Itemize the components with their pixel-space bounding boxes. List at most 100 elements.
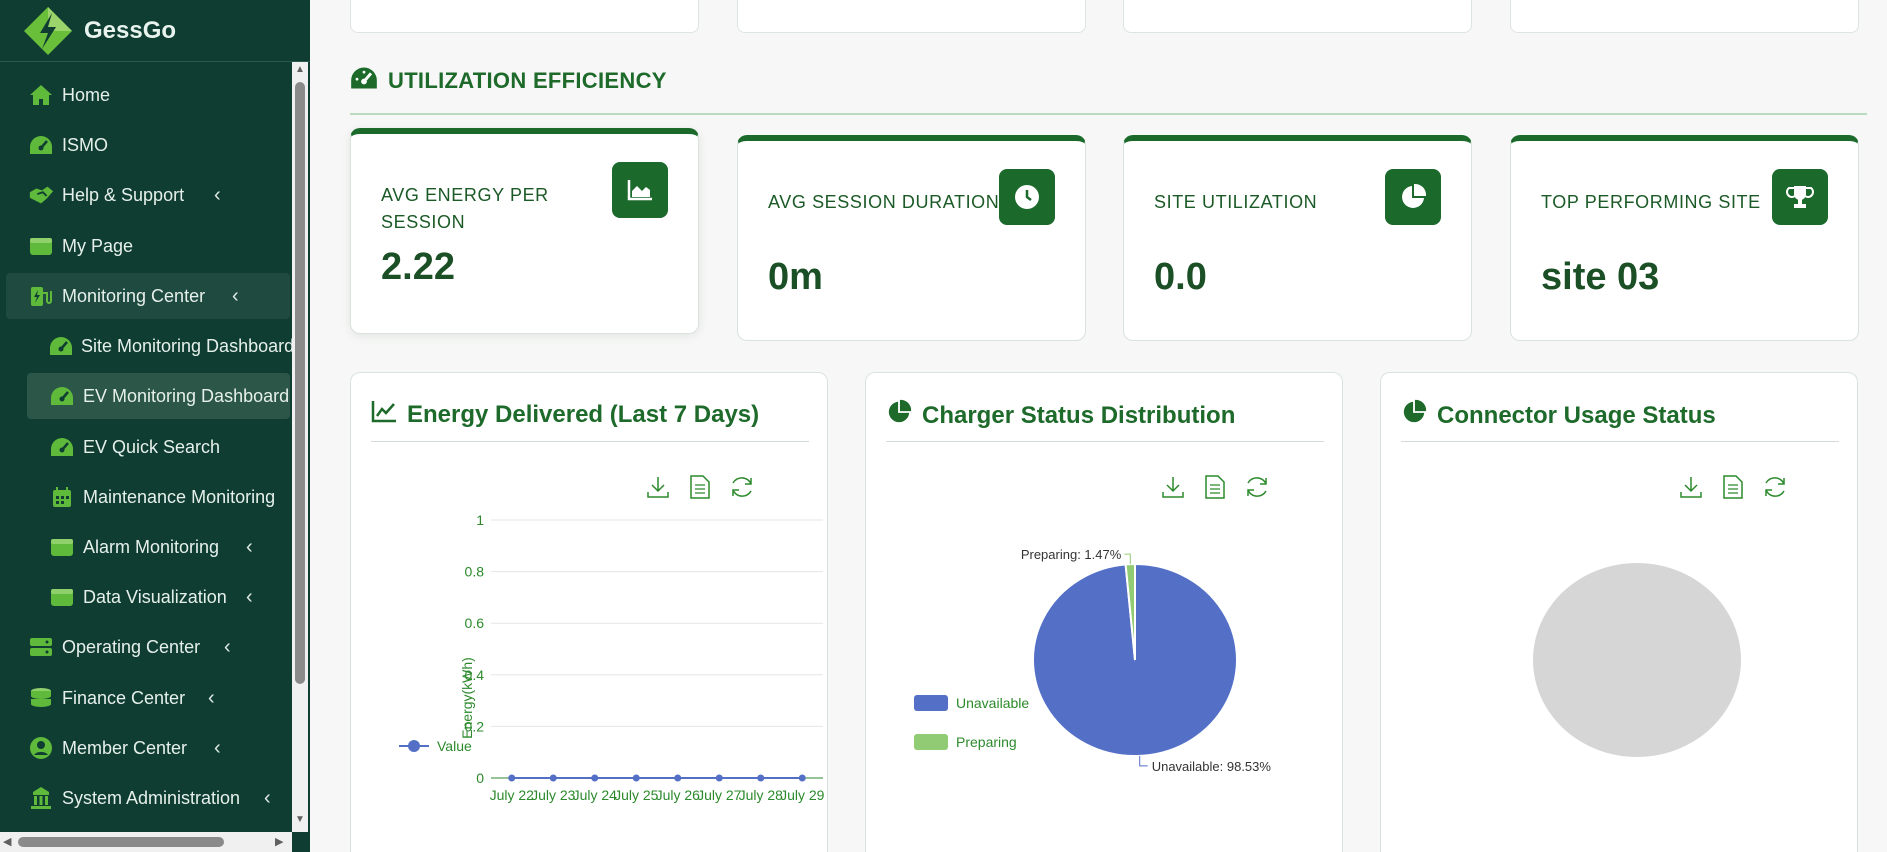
legend-swatch <box>914 734 948 750</box>
sidebar-item-label: ISMO <box>62 134 109 155</box>
panel-charger-status: Charger Status Distribution Unavailable:… <box>865 372 1343 852</box>
handshake-icon <box>28 182 54 208</box>
sidebar-item-label: Monitoring Center <box>62 285 206 306</box>
sidebar-item-label: Help & Support <box>62 184 185 205</box>
sidebar-vertical-scrollbar[interactable]: ▲ ▼ <box>292 62 308 832</box>
kpi-label: AVG SESSION DURATION <box>768 192 1000 212</box>
kpi-card-partial <box>350 0 699 33</box>
scrollbar-thumb[interactable] <box>295 82 305 684</box>
kpi-value: 2.22 <box>381 246 455 288</box>
pie-data-label: Preparing: 1.47% <box>1021 547 1122 562</box>
calendar-icon <box>49 484 75 510</box>
sidebar-item-label: System Administration <box>62 787 241 808</box>
chevron-left-icon[interactable]: ‹ <box>214 184 221 207</box>
trophy-icon <box>1772 169 1828 225</box>
sidebar-item-label: Operating Center <box>62 636 201 657</box>
legend-swatch <box>408 740 420 752</box>
sidebar-item-member-center[interactable]: Member Center ‹ <box>6 725 290 771</box>
coins-icon <box>28 685 54 711</box>
wallet-icon <box>49 534 75 560</box>
section-title-text: UTILIZATION EFFICIENCY <box>388 68 667 93</box>
ev-charger-icon <box>28 283 54 309</box>
sidebar-item-ismo[interactable]: ISMO <box>6 122 290 168</box>
chart-legend[interactable]: Value <box>399 738 472 754</box>
sidebar-item-alarm-monitoring[interactable]: Alarm Monitoring ‹ <box>6 524 290 570</box>
label-leader-line <box>1124 553 1131 565</box>
sidebar-item-operating-center[interactable]: Operating Center ‹ <box>6 624 290 670</box>
scroll-up-icon[interactable]: ▲ <box>295 64 305 75</box>
scroll-down-icon[interactable]: ▼ <box>295 814 305 825</box>
sidebar-item-label: Home <box>62 84 111 105</box>
panel-connector-usage: Connector Usage Status <box>1380 372 1858 852</box>
sidebar-item-system-administration[interactable]: System Administration ‹ <box>6 775 290 821</box>
sidebar-item-my-page[interactable]: My Page <box>6 223 290 269</box>
area-chart-icon <box>612 162 668 218</box>
server-icon <box>28 634 54 660</box>
sidebar-item-label: Maintenance Monitoring <box>83 486 276 507</box>
sidebar-item-ev-monitoring-dashboard[interactable]: EV Monitoring Dashboard <box>27 373 290 419</box>
kpi-card-site-utilization: SITE UTILIZATION 0.0 <box>1123 135 1472 341</box>
kpi-label: TOP PERFORMING SITE <box>1541 192 1761 212</box>
x-tick-label: July 26 <box>656 787 701 803</box>
chevron-left-icon[interactable]: ‹ <box>208 687 215 710</box>
scroll-right-icon[interactable]: ▶ <box>275 835 283 848</box>
chevron-left-icon[interactable]: ‹ <box>246 586 253 609</box>
sidebar-horizontal-scrollbar[interactable]: ◀ ▶ <box>0 832 292 852</box>
sidebar-item-label: Alarm Monitoring <box>83 536 220 557</box>
sidebar-item-help-support[interactable]: Help & Support ‹ <box>6 172 290 218</box>
kpi-card-partial <box>1123 0 1472 33</box>
sidebar-nav: Home ISMO Help & Support ‹ My Page Monit… <box>0 62 292 832</box>
kpi-value: 0m <box>768 256 823 298</box>
scrollbar-thumb[interactable] <box>18 837 224 847</box>
sidebar-item-label: EV Monitoring Dashboard <box>83 385 290 406</box>
pie-data-label: Unavailable: 98.53% <box>1152 759 1272 774</box>
section-title: UTILIZATION EFFICIENCY <box>350 66 667 96</box>
gauge-icon <box>49 383 75 409</box>
kpi-label: AVG ENERGY PER SESSION <box>381 185 549 232</box>
sidebar-item-maintenance-monitoring[interactable]: Maintenance Monitoring <box>6 474 290 520</box>
sidebar-item-monitoring-center[interactable]: Monitoring Center ‹ <box>6 273 290 319</box>
energy-line-chart: 00.20.40.60.81 July 22July 23July 24July… <box>399 512 825 803</box>
charger-status-pie-chart: Unavailable: 98.53% Preparing: 1.47% Unav… <box>914 547 1272 774</box>
scroll-left-icon[interactable]: ◀ <box>3 835 11 848</box>
chevron-left-icon[interactable]: ‹ <box>246 536 253 559</box>
kpi-card-partial <box>1510 0 1859 33</box>
logo-icon <box>24 6 72 55</box>
x-tick-label: July 25 <box>614 787 659 803</box>
y-tick-label: 0 <box>476 770 484 786</box>
wallet-icon <box>49 584 75 610</box>
y-tick-label: 0.8 <box>465 564 485 580</box>
y-tick-label: 0.6 <box>465 615 485 631</box>
pie-chart-icon <box>1385 169 1441 225</box>
sidebar-item-site-monitoring-dashboard[interactable]: Site Monitoring Dashboard <box>6 323 292 369</box>
brand-name: GessGo <box>84 16 177 44</box>
panel-energy-delivered: Energy Delivered (Last 7 Days) 0 0.2 0.4 0.… <box>350 372 828 852</box>
sidebar-item-ev-quick-search[interactable]: EV Quick Search <box>6 424 290 470</box>
sidebar-item-label: EV Quick Search <box>83 436 221 457</box>
chevron-left-icon[interactable]: ‹ <box>224 636 231 659</box>
sidebar-item-finance-center[interactable]: Finance Center ‹ <box>6 675 290 721</box>
gauge-icon <box>28 132 54 158</box>
brand[interactable]: GessGo <box>0 0 310 62</box>
kpi-card-avg-duration: AVG SESSION DURATION 0m <box>737 135 1086 341</box>
chevron-left-icon[interactable]: ‹ <box>232 285 239 308</box>
legend-label: Preparing <box>956 734 1017 750</box>
sidebar-item-data-visualization[interactable]: Data Visualization ‹ <box>6 574 290 620</box>
clock-icon <box>999 169 1055 225</box>
sidebar-item-home[interactable]: Home <box>6 72 290 118</box>
kpi-card-top-site: TOP PERFORMING SITE site 03 <box>1510 135 1859 341</box>
gauge-icon <box>49 333 73 359</box>
data-point <box>508 774 516 782</box>
connector-usage-pie-chart <box>1533 563 1741 757</box>
x-tick-label: July 29 <box>780 787 825 803</box>
empty-pie-placeholder <box>1533 563 1741 757</box>
sidebar: GessGo Home ISMO Help & Support ‹ My Pag… <box>0 0 310 852</box>
gauge-icon <box>49 434 75 460</box>
chevron-left-icon[interactable]: ‹ <box>264 787 271 810</box>
chevron-left-icon[interactable]: ‹ <box>214 737 221 760</box>
kpi-value: site 03 <box>1541 256 1660 298</box>
kpi-card-avg-energy: AVG ENERGY PER SESSION 2.22 <box>350 128 699 334</box>
data-point <box>632 774 640 782</box>
user-circle-icon <box>28 735 54 761</box>
home-icon <box>28 82 54 108</box>
